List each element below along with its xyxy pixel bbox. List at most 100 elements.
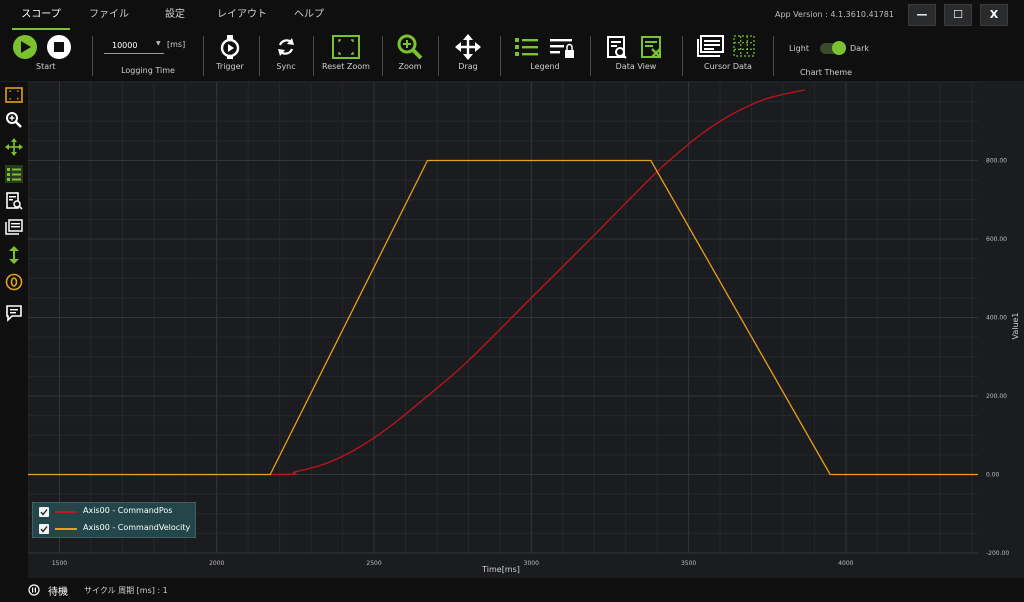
y-axis-title: Value1 (1011, 312, 1020, 339)
comment-icon[interactable] (5, 304, 23, 322)
chart-theme-label: Chart Theme (799, 68, 853, 77)
cursor-data-icons (697, 35, 755, 57)
legend-label-command-pos: Axis00 - CommandPos (83, 506, 173, 515)
separator (682, 36, 683, 76)
status-state: 待機 (48, 587, 68, 598)
toolbar: Start ▼ [ms] Logging Time Trigger Sync (0, 30, 1024, 82)
logging-time-input[interactable] (104, 38, 164, 54)
drag-button[interactable]: Drag (448, 34, 488, 80)
data-view-search-icon[interactable] (607, 36, 627, 59)
y-tick-label: -200.00 (986, 550, 1009, 557)
cursor-data-icon[interactable] (697, 35, 724, 57)
cycle-period-label: サイクル 周期 [ms] : 1 (84, 586, 168, 595)
series-layer (28, 89, 978, 476)
zoom-icon[interactable] (5, 111, 23, 129)
play-icon[interactable] (13, 35, 37, 59)
minimize-button[interactable]: — (908, 4, 936, 26)
legend-lock-icon[interactable] (550, 39, 574, 58)
menu-scope[interactable]: スコープ (12, 0, 70, 30)
data-view-icons (607, 36, 661, 59)
separator (259, 36, 260, 76)
app-version: App Version : 4.1.3610.41781 (775, 10, 894, 19)
sync-icon (278, 38, 294, 56)
separator (313, 36, 314, 76)
menu-help[interactable]: ヘルプ (286, 0, 332, 30)
data-view-label: Data View (615, 62, 657, 71)
reset-zoom-button[interactable]: Reset Zoom (318, 34, 374, 80)
zoom-label: Zoom (398, 62, 422, 71)
theme-toggle-knob[interactable] (832, 41, 846, 55)
y-tick-label: 800.00 (986, 158, 1007, 165)
reset-zoom-label: Reset Zoom (322, 62, 370, 71)
legend-icon[interactable] (515, 38, 538, 56)
start-stop-icons (13, 35, 71, 59)
drag-icon[interactable] (5, 138, 23, 156)
data-view-group: Data View (598, 34, 674, 80)
cursor-grid-icon[interactable] (733, 35, 755, 57)
start-label: Start (36, 62, 56, 71)
x-tick-label: 3500 (681, 560, 696, 567)
separator (92, 36, 93, 76)
y-tick-label: 400.00 (986, 315, 1007, 322)
trigger-button[interactable]: Trigger (210, 34, 250, 80)
theme-light-label: Light (789, 44, 809, 53)
logging-time-label: Logging Time (121, 66, 175, 75)
y-tick-label: 600.00 (986, 236, 1007, 243)
chevron-down-icon[interactable]: ▼ (156, 40, 161, 47)
check-icon (40, 509, 48, 516)
x-tick-label: 2500 (366, 560, 381, 567)
close-button[interactable]: X (980, 4, 1008, 26)
separator (590, 36, 591, 76)
x-axis-title: Time[ms] (481, 565, 520, 574)
vertical-resize-icon[interactable] (5, 246, 23, 264)
legend-icon[interactable] (5, 165, 23, 183)
legend-group: Legend (510, 34, 580, 80)
check-icon (40, 526, 48, 533)
sync-label: Sync (276, 62, 296, 71)
cursor-data-group: Cursor Data (690, 34, 766, 80)
left-sidebar (0, 82, 28, 578)
legend-checkbox-command-pos[interactable] (39, 507, 49, 517)
menu-file[interactable]: ファイル (82, 0, 136, 30)
separator (382, 36, 383, 76)
legend-icons (515, 38, 574, 58)
zero-icon[interactable] (5, 273, 23, 291)
separator (438, 36, 439, 76)
separator (773, 36, 774, 76)
drag-icon (455, 34, 481, 60)
menu-bar: スコープ ファイル 設定 レイアウト ヘルプ App Version : 4.1… (0, 0, 1024, 30)
x-tick-label: 4000 (838, 560, 853, 567)
x-tick-label: 2000 (209, 560, 224, 567)
legend-item-command-velocity[interactable]: Axis00 - CommandVelocity (37, 521, 197, 537)
status-bar: 待機 サイクル 周期 [ms] : 1 (0, 578, 1024, 602)
y-tick-label: 0.00 (986, 472, 1000, 479)
grid (28, 82, 978, 554)
zoom-button[interactable]: Zoom (390, 34, 430, 80)
legend-item-command-pos[interactable]: Axis00 - CommandPos (37, 504, 197, 520)
x-tick-label: 1500 (52, 560, 67, 567)
zoom-icon (397, 34, 423, 60)
menu-settings[interactable]: 設定 (150, 0, 200, 30)
separator (203, 36, 204, 76)
legend-swatch-command-pos (55, 511, 77, 513)
logging-time-unit: [ms] (167, 40, 186, 49)
x-tick-label: 3000 (524, 560, 539, 567)
legend-swatch-command-velocity (55, 528, 77, 530)
legend-label-command-velocity: Axis00 - CommandVelocity (83, 523, 191, 532)
legend-checkbox-command-velocity[interactable] (39, 524, 49, 534)
reset-zoom-icon (332, 35, 360, 59)
cursor-data-label: Cursor Data (704, 62, 752, 71)
trigger-label: Trigger (216, 62, 244, 71)
data-view-icon[interactable] (5, 192, 23, 210)
chart-legend: Axis00 - CommandPos Axis00 - CommandVelo… (32, 502, 196, 538)
pause-icon[interactable] (28, 584, 40, 596)
reset-zoom-icon[interactable] (5, 86, 23, 104)
trigger-icon (220, 35, 240, 59)
stop-icon[interactable] (47, 35, 71, 59)
y-tick-label: 200.00 (986, 393, 1007, 400)
cursor-data-icon[interactable] (5, 219, 23, 237)
maximize-button[interactable]: ☐ (944, 4, 972, 26)
data-view-clear-icon[interactable] (641, 36, 661, 58)
menu-layout[interactable]: レイアウト (212, 0, 272, 30)
sync-button[interactable]: Sync (266, 34, 306, 80)
